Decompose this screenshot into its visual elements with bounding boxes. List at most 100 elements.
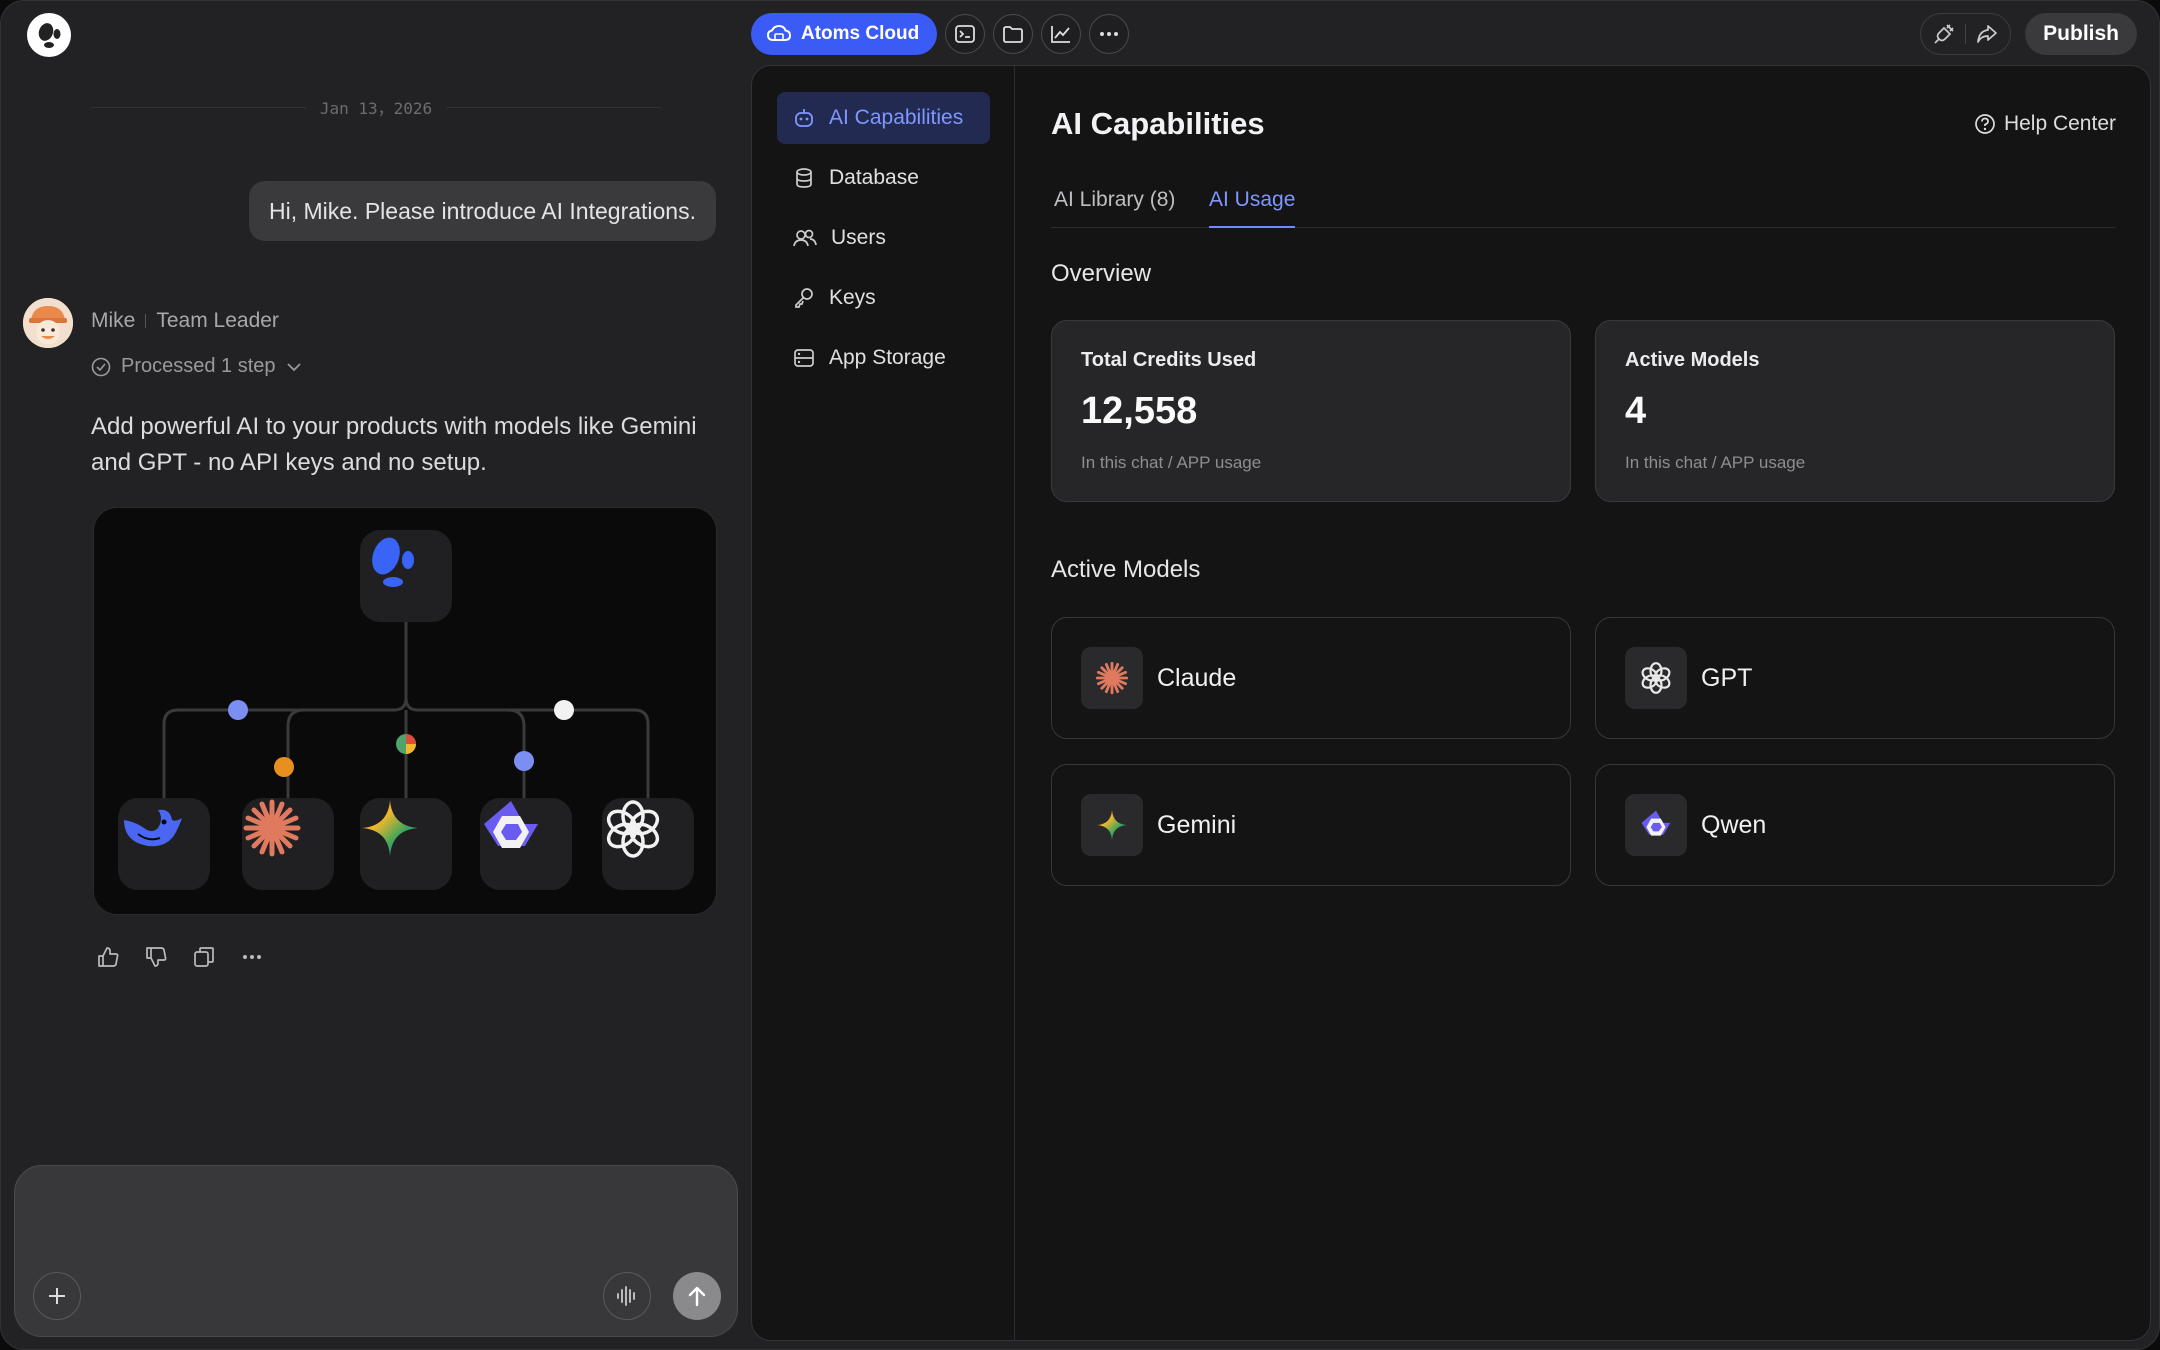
model-card-qwen[interactable]: Qwen [1595,764,2115,886]
model-name: Gemini [1157,810,1237,839]
check-circle-icon [91,357,111,376]
claude-icon [243,799,301,857]
panel-sidebar: AI Capabilities Database Users Keys App … [752,66,1015,1340]
panel-tabs: AI Library (8) AI Usage [1051,188,2116,228]
gemini-icon [362,800,418,856]
top-right-actions: Publish [1920,13,2137,55]
page-title: AI Capabilities [1051,106,1265,141]
processed-steps-toggle[interactable]: Processed 1 step [91,355,302,378]
attach-button[interactable] [33,1272,81,1320]
terminal-button[interactable] [945,14,986,54]
model-icon-box [1081,794,1143,856]
share-icon[interactable] [1976,24,1998,44]
nav-item-ai-capabilities[interactable]: AI Capabilities [777,92,990,144]
help-center-label: Help Center [2003,112,2116,135]
thumbs-down-icon[interactable] [145,946,167,968]
terminal-icon [955,25,976,43]
cloud-panel: AI Capabilities Database Users Keys App … [751,65,2151,1341]
processed-label: Processed 1 step [121,355,276,377]
plug-icon[interactable] [1933,23,1955,45]
nav-item-database[interactable]: Database [777,152,990,204]
waveform-icon [617,1286,635,1306]
nav-label: Database [829,166,919,189]
storage-icon [794,349,814,367]
pill-divider [1965,24,1967,44]
overview-heading: Overview [1051,260,1152,287]
divider-line [91,106,306,108]
atoms-node [360,530,452,622]
openai-icon [606,800,660,858]
voice-input-button[interactable] [603,1272,651,1320]
folder-icon [1003,25,1024,43]
publish-button[interactable]: Publish [2025,13,2137,55]
analytics-button[interactable] [1041,14,1082,54]
qwen-node [480,798,572,890]
nav-item-users[interactable]: Users [777,212,990,264]
send-button[interactable] [673,1272,721,1320]
nav-label: Users [831,226,886,249]
atoms-cloud-button[interactable]: Atoms Cloud [751,13,938,55]
model-icon-box [1625,647,1687,709]
files-button[interactable] [993,14,1034,54]
app-window: Atoms Cloud Publish Jan 13，2026 Hi, Mike… [0,0,2160,1350]
chat-date: Jan 13，2026 [319,99,433,118]
copy-icon[interactable] [193,946,215,968]
top-toolbar: Atoms Cloud [751,13,1130,55]
stat-subtitle: In this chat / APP usage [1081,453,1262,472]
thumbs-up-icon[interactable] [97,946,119,968]
users-icon [793,229,817,247]
stat-value: 12,558 [1081,390,1198,432]
model-icon-box [1081,647,1143,709]
active-models-heading: Active Models [1051,556,1201,583]
gemini-icon [1097,810,1127,840]
date-divider: Jan 13，2026 [91,95,661,119]
help-icon [1975,114,1995,134]
total-credits-card: Total Credits Used 12,558 In this chat /… [1051,320,1571,502]
deepseek-node [118,798,210,890]
more-button[interactable] [1089,14,1130,54]
action-pill [1920,13,2012,55]
openai-node [602,798,694,890]
more-icon[interactable] [241,946,263,968]
name-separator [145,314,147,328]
openai-icon [1641,662,1671,694]
agent-message: Add powerful AI to your products with mo… [91,413,697,476]
atoms-logo-icon [372,537,414,587]
deepseek-icon [124,809,182,847]
arrow-up-icon [688,1286,706,1307]
nav-item-keys[interactable]: Keys [777,272,990,324]
nav-item-app-storage[interactable]: App Storage [777,332,990,384]
stat-title: Total Credits Used [1081,349,1257,371]
active-models-card: Active Models 4 In this chat / APP usage [1595,320,2115,502]
agent-role: Team Leader [156,309,279,332]
qwen-icon [1641,810,1671,836]
agent-name[interactable]: Mike [91,309,135,333]
model-icon-box [1625,794,1687,856]
message-composer[interactable] [14,1165,738,1337]
model-name: Claude [1157,663,1237,692]
help-center-link[interactable]: Help Center [1974,112,2116,136]
database-icon [796,168,812,188]
qwen-icon [484,801,538,848]
agent-avatar[interactable] [23,298,73,348]
model-card-claude[interactable]: Claude [1051,617,1571,739]
model-card-gemini[interactable]: Gemini [1051,764,1571,886]
more-icon [1100,32,1119,36]
tab-ai-usage[interactable]: AI Usage [1209,188,1296,228]
plus-icon [49,1288,65,1304]
tab-ai-library[interactable]: AI Library (8) [1054,188,1175,228]
model-card-gpt[interactable]: GPT [1595,617,2115,739]
avatar-icon [23,298,73,348]
user-message: Hi, Mike. Please introduce AI Integratio… [249,181,716,241]
stat-title: Active Models [1625,349,1760,371]
nav-label: AI Capabilities [829,106,964,129]
nav-label: Keys [829,286,876,309]
app-logo[interactable] [27,13,71,57]
divider-line [446,106,661,108]
key-icon [795,288,813,308]
model-name: Qwen [1701,810,1767,839]
cloud-icon [767,24,791,41]
stat-subtitle: In this chat / APP usage [1625,453,1806,472]
chart-icon [1051,26,1071,43]
atoms-cloud-label: Atoms Cloud [801,23,920,44]
